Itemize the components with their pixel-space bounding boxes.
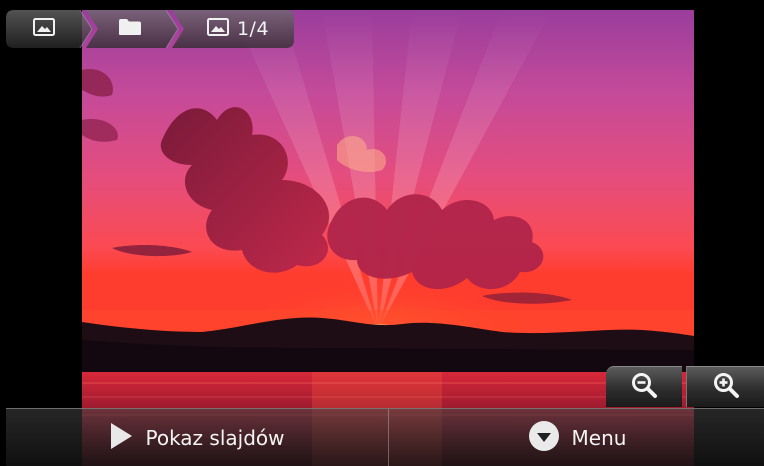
slideshow-label: Pokaz slajdów [145, 426, 285, 450]
gallery-viewer: 1/4 Pokaz slajdów Menu [0, 0, 764, 466]
action-bar: Pokaz slajdów Menu [6, 408, 764, 466]
menu-button[interactable]: Menu [390, 409, 764, 466]
breadcrumb-item-gallery[interactable] [6, 10, 82, 48]
zoom-in-button[interactable] [686, 366, 764, 407]
menu-label: Menu [571, 426, 627, 450]
folder-icon [118, 18, 142, 40]
zoom-in-icon [712, 371, 740, 403]
breadcrumb-item-image[interactable]: 1/4 [182, 10, 294, 48]
slideshow-button[interactable]: Pokaz slajdów [6, 409, 388, 466]
chevron-down-circle-icon [528, 420, 560, 457]
image-counter: 1/4 [236, 18, 270, 40]
gallery-icon [33, 18, 55, 40]
zoom-out-button[interactable] [606, 366, 682, 407]
zoom-out-icon [630, 371, 658, 403]
picture-icon [206, 18, 229, 40]
zoom-controls [606, 366, 764, 407]
sunset-image [82, 10, 694, 466]
breadcrumb: 1/4 [6, 10, 294, 48]
breadcrumb-item-album[interactable] [94, 10, 166, 48]
play-icon [109, 422, 133, 455]
photo[interactable] [82, 10, 694, 466]
action-divider [388, 409, 389, 466]
